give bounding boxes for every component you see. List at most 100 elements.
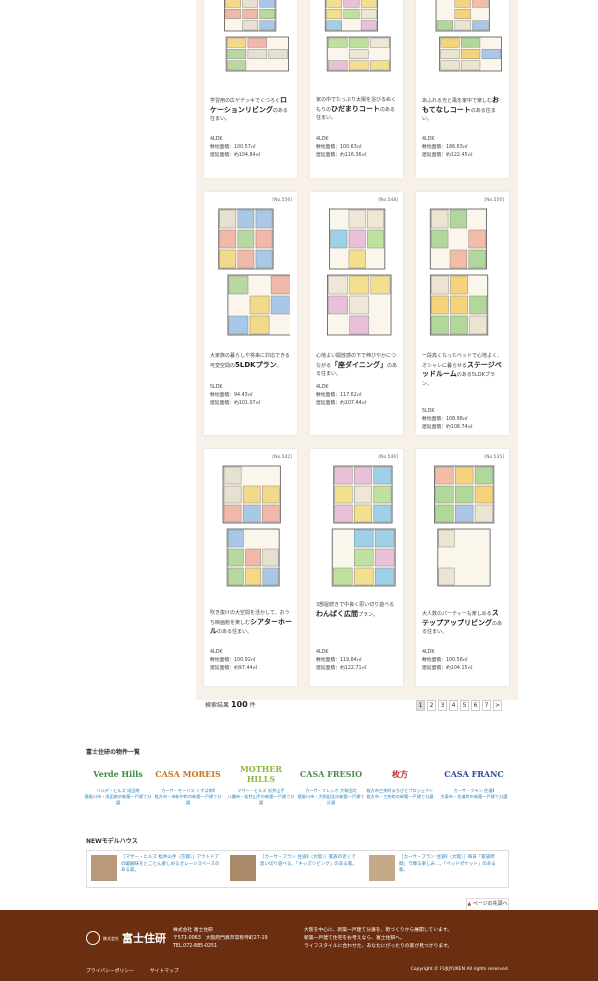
model-house-section-title: NEWモデルハウス [86, 838, 138, 845]
brand-logo[interactable]: Verde Hills [84, 760, 152, 788]
model-house-list: ［マザー・ヒルズ 松井山手（京都）］アウトドアの醍醐味をとことん楽しめるガレージ… [86, 850, 509, 888]
page-top-button[interactable]: ▲ ページの先頭へ [466, 898, 509, 910]
model-house-thumbnail[interactable] [230, 855, 256, 881]
footer-logo[interactable]: 株式会社 富士住研 [86, 930, 166, 946]
brand-item[interactable]: Verde Hills ベルデ・ヒルズ 成田南 寝屋川市・成田南の新築一戸建て分譲 [84, 760, 152, 806]
brand-item[interactable]: CASA FRANC カーサ・フラン 住道Ⅱ 大東市・住道町の新築一戸建て分譲 [440, 760, 508, 800]
plan-description: 家の中でたっぷり太陽を浴びるぬくもりのひだまりコートのある住まい。 [316, 96, 398, 123]
plan-number: [No.548] [378, 198, 398, 203]
model-house-item[interactable]: ［カーサ・フラン 住道Ⅱ（大阪）］家族の近くで思い切り遊べる、「キッズリビング」… [228, 855, 363, 883]
plan-description: 3部屋続きで中良く思い切り遊べるわんぱく広間プラン。 [316, 601, 398, 619]
next-page-button[interactable]: > [493, 700, 502, 711]
floor-plan-image[interactable] [422, 206, 502, 344]
page-2[interactable]: 2 [427, 700, 436, 711]
brand-caption[interactable]: 枚方市三矢町まちびとプロジェクト 枚方市・三矢町の新築一戸建て分譲 [366, 788, 434, 800]
brand-item[interactable]: 枚方枚方市三矢町まちびとプロジェクト 枚方市・三矢町の新築一戸建て分譲 [366, 760, 434, 800]
spec-layout: 4LDK [422, 650, 435, 655]
pagination: 1 2 3 4 5 6 7 > [416, 700, 502, 711]
plan-card[interactable]: [No.550] 一段高くなったベッドで心地よく、オシャレに暮らせるステージベッド… [416, 192, 509, 435]
plan-card[interactable]: あふれる光と風を家中で楽しむおもてなしコートのある住まい。 4LDK 敷地面積：18… [416, 0, 509, 178]
result-count: 100 [230, 700, 248, 709]
brand-logo-text: CASA FRANC [444, 769, 504, 779]
description-text: あふれる光と風を家中で楽しむ [422, 98, 493, 104]
floor-plan-image[interactable] [210, 206, 290, 344]
company-message: 大阪を中心に、新築一戸建て分譲を、街づくりから展開しています。 新築一戸建て住宅… [304, 927, 452, 951]
floor-plan-image[interactable] [316, 463, 396, 595]
brand-caption[interactable]: カーサ・フレシオ 大和田北 寝屋川市・大和田北の新築一戸建て分譲 [297, 788, 365, 806]
brand-logo-text: 枚方 [392, 768, 408, 779]
floor-plan-image[interactable] [316, 0, 396, 80]
model-house-item[interactable]: ［マザー・ヒルズ 松井山手（京都）］アウトドアの醍醐味をとことん楽しめるガレージ… [89, 855, 224, 883]
floor-plan-image[interactable] [316, 206, 396, 344]
brand-logo[interactable]: MOTHER HILLS [227, 760, 295, 788]
result-unit: 件 [249, 702, 256, 709]
description-text: 。 [276, 362, 282, 369]
spec-site: 敷地面積：119.84㎡ [316, 658, 362, 663]
plan-specs: 5LDK 敷地面積：108.98㎡ 建延面積：約108.74㎡ [422, 408, 504, 432]
page-1[interactable]: 1 [416, 700, 425, 711]
message-line: ライフスタイルに合わせた、あなたにぴったりの家が見つかります。 [304, 944, 453, 949]
spec-layout: 4LDK [316, 137, 329, 142]
floor-plan-image[interactable] [422, 463, 502, 595]
description-highlight: ひだまりコート [331, 104, 380, 113]
company-address: 株式会社 富士住研 〒571-0063 大阪府門真市常称寺町27-19 TEL.… [173, 927, 268, 951]
plan-number: [No.550] [484, 198, 504, 203]
plan-card[interactable]: [No.546] 3部屋続きで中良く思い切り遊べるわんぱく広間プラン。 4LDK 敷地… [310, 449, 403, 686]
spec-site: 敷地面積：108.98㎡ [422, 417, 468, 422]
plan-card[interactable]: 家の中でたっぷり太陽を浴びるぬくもりのひだまりコートのある住まい。 4LDK 敷地面… [310, 0, 403, 178]
model-house-link[interactable]: ［カーサ・フラン 住道Ⅱ（大阪）］家族の近くで思い切り遊べる、「キッズリビング」… [260, 855, 360, 868]
spec-site: 敷地面積：94.43㎡ [210, 393, 253, 398]
page-5[interactable]: 5 [460, 700, 469, 711]
model-house-link[interactable]: ［カーサ・フラン 住道Ⅱ（大阪）］毎日「家族時間」で輝る楽しみ…。「ペッドポケッ… [399, 855, 499, 875]
brand-logo[interactable]: CASA FRANC [440, 760, 508, 788]
description-text: プラン。 [358, 611, 378, 618]
brand-caption[interactable]: マザー・ヒルズ 松井山手 八幡市・松井山手の新築一戸建て分譲 [227, 788, 295, 806]
brand-list: Verde Hills ベルデ・ヒルズ 成田南 寝屋川市・成田南の新築一戸建て分譲… [84, 760, 514, 820]
brand-caption[interactable]: ベルデ・ヒルズ 成田南 寝屋川市・成田南の新築一戸建て分譲 [84, 788, 152, 806]
spec-floor: 建延面積：約108.74㎡ [422, 425, 473, 430]
spec-site: 敷地面積：186.63㎡ [422, 145, 468, 150]
brand-logo[interactable]: CASA MOREIS [154, 760, 222, 788]
brand-caption[interactable]: カーサ・モーリス くずは南Ⅱ 枚方市・市駅中町の新築一戸建て分譲 [154, 788, 222, 806]
brand-logo-text: MOTHER HILLS [239, 764, 283, 784]
plan-specs: 4LDK 敷地面積：117.62㎡ 建延面積：約107.44㎡ [316, 384, 398, 408]
plan-specs: 5LDK 敷地面積：94.43㎡ 建延面積：約101.07㎡ [210, 384, 292, 408]
page-top-label: ページの先頭へ [472, 901, 508, 907]
brand-logo[interactable]: 枚方 [366, 760, 434, 788]
page-7[interactable]: 7 [482, 700, 491, 711]
model-house-thumbnail[interactable] [369, 855, 395, 881]
plan-card[interactable]: 学習用の広ゲデッキでくつろぐロケーションリビングのある住まい。 4LDK 敷地面積：… [204, 0, 297, 178]
model-house-item[interactable]: ［カーサ・フラン 住道Ⅱ（大阪）］毎日「家族時間」で輝る楽しみ…。「ペッドポケッ… [367, 855, 502, 883]
company-zip-address: 〒571-0063 大阪府門真市常称寺町27-19 [173, 936, 268, 941]
brand-caption[interactable]: カーサ・フラン 住道Ⅱ 大東市・住道町の新築一戸建て分譲 [440, 788, 508, 800]
spec-floor: 建延面積：約104.15㎡ [422, 666, 473, 671]
floor-plan-image[interactable] [210, 0, 290, 80]
description-text: 学習用の広ゲデッキでくつろぐ [210, 98, 281, 104]
sitemap-link[interactable]: サイトマップ [150, 967, 179, 974]
floor-plan-image[interactable] [210, 463, 290, 595]
brand-logo-text: CASA FRESIO [299, 769, 363, 779]
page-6[interactable]: 6 [471, 700, 480, 711]
plan-card[interactable]: [No.556] 大家族の暮らしや将来に対応できる可変空間の5LDKプラン。 5LD… [204, 192, 297, 435]
floor-plan-image[interactable] [422, 0, 502, 80]
plan-card[interactable]: [No.548] 心地よい開放感の下で伸びやかにつながる「座ダイニング」のある住ま… [310, 192, 403, 435]
spec-floor: 建延面積：約107.44㎡ [316, 401, 367, 406]
brand-item[interactable]: CASA FRESIO カーサ・フレシオ 大和田北 寝屋川市・大和田北の新築一戸建… [297, 760, 365, 806]
spec-layout: 5LDK [210, 385, 223, 390]
plan-specs: 4LDK 敷地面積：119.84㎡ 建延面積：約122.71㎡ [316, 649, 398, 673]
privacy-policy-link[interactable]: プライバシーポリシー [86, 967, 134, 974]
brand-logo[interactable]: CASA FRESIO [297, 760, 365, 788]
page-3[interactable]: 3 [438, 700, 447, 711]
company-name: 株式会社 富士住研 [173, 928, 213, 933]
plan-number: [No.542] [272, 455, 292, 460]
brand-item[interactable]: CASA MOREIS カーサ・モーリス くずは南Ⅱ 枚方市・市駅中町の新築一戸建… [154, 760, 222, 806]
copyright: Copyright © FUJIJYUKEN All rights reserv… [410, 967, 509, 972]
plan-card[interactable]: [No.535] 大人数のパーティーも楽しめるステップアップリビングのある住まい。… [416, 449, 509, 686]
model-house-link[interactable]: ［マザー・ヒルズ 松井山手（京都）］アウトドアの醍醐味をとことん楽しめるガレージ… [121, 855, 221, 875]
model-house-thumbnail[interactable] [91, 855, 117, 881]
plan-card[interactable]: [No.542] 吹き抜けの大空間を活かして、おうち映画館を楽しむシアターホールの… [204, 449, 297, 686]
brand-item[interactable]: MOTHER HILLS マザー・ヒルズ 松井山手 八幡市・松井山手の新築一戸建て… [227, 760, 295, 806]
spec-floor: 建延面積：約122.71㎡ [316, 666, 367, 671]
logo-text: 富士住研 [122, 932, 166, 945]
page-4[interactable]: 4 [449, 700, 458, 711]
